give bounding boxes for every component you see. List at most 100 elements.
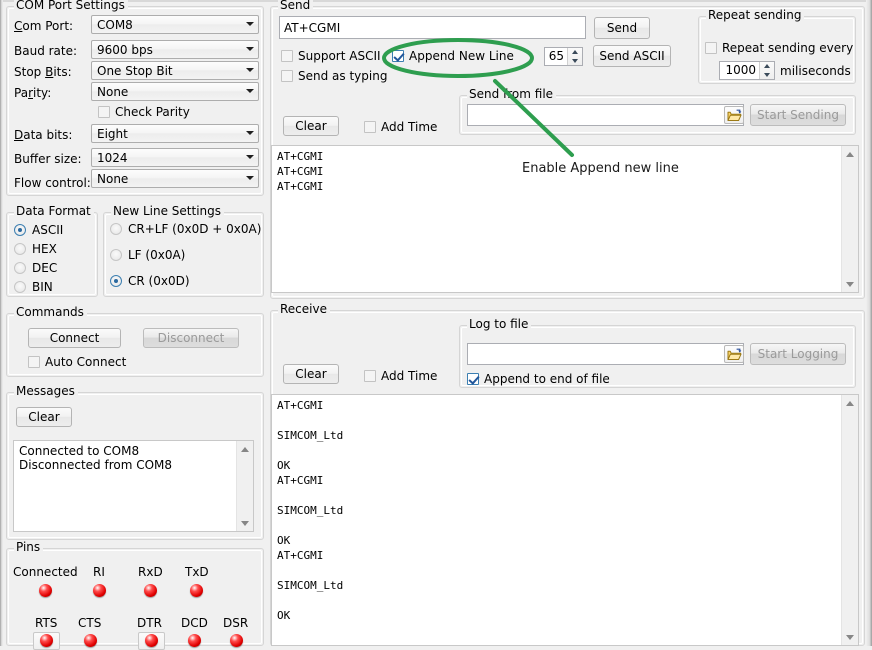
ascii-code-stepper[interactable]: 65 xyxy=(544,47,583,66)
new-line-settings-title: New Line Settings xyxy=(111,205,224,217)
scroll-down-icon[interactable] xyxy=(237,515,253,531)
send-command-value: AT+CGMI xyxy=(284,21,340,35)
auto-connect-checkbox[interactable]: Auto Connect xyxy=(28,355,126,369)
send-ascii-button[interactable]: Send ASCII xyxy=(593,45,671,67)
pins-title: Pins xyxy=(14,541,43,553)
receive-add-time-label: Add Time xyxy=(381,369,437,383)
com-port-settings-title: COM Port Settings xyxy=(14,0,128,11)
scroll-down-icon[interactable] xyxy=(842,629,858,645)
parity-select[interactable]: None xyxy=(91,82,259,101)
chevron-down-icon xyxy=(242,82,258,101)
radio-data-format-bin[interactable]: BIN xyxy=(14,280,53,294)
receive-console-scrollbar[interactable] xyxy=(841,395,858,645)
send-button-label: Send xyxy=(607,21,637,35)
messages-scrollbar[interactable] xyxy=(236,441,253,531)
radio-newline-lf[interactable]: LF (0x0A) xyxy=(110,248,185,262)
stepper-up-icon[interactable] xyxy=(760,62,774,71)
baud-rate-select[interactable]: 9600 bps xyxy=(91,40,259,59)
repeat-interval-value: 1000 xyxy=(720,62,759,79)
com-port-settings-group: COM Port Settings xyxy=(6,6,264,196)
radio-newline-cr[interactable]: CR (0x0D) xyxy=(110,274,190,288)
send-as-typing-checkbox[interactable]: Send as typing xyxy=(281,69,387,83)
pin-label-connected: Connected xyxy=(13,565,78,579)
checkbox-box xyxy=(98,106,110,118)
scroll-down-icon[interactable] xyxy=(842,276,858,292)
check-parity-checkbox[interactable]: Check Parity xyxy=(98,105,190,119)
receive-clear-button[interactable]: Clear xyxy=(283,364,339,384)
pin-label-dcd: DCD xyxy=(181,616,208,630)
repeat-sending-checkbox[interactable]: Repeat sending every xyxy=(705,41,853,55)
scroll-up-icon[interactable] xyxy=(237,441,253,457)
flow-control-select[interactable]: None xyxy=(91,169,259,188)
send-button[interactable]: Send xyxy=(594,17,650,39)
chevron-down-icon xyxy=(242,40,258,59)
stepper-down-icon[interactable] xyxy=(760,71,774,80)
stop-bits-select[interactable]: One Stop Bit xyxy=(91,61,259,80)
ascii-code-value: 65 xyxy=(545,48,567,65)
chevron-down-icon xyxy=(242,148,258,167)
log-to-file-input[interactable] xyxy=(467,343,744,365)
start-sending-button[interactable]: Start Sending xyxy=(750,104,846,126)
checkbox-box xyxy=(364,121,376,133)
folder-open-icon[interactable] xyxy=(724,106,744,124)
disconnect-button[interactable]: Disconnect xyxy=(143,328,239,348)
send-clear-button[interactable]: Clear xyxy=(283,116,339,136)
send-add-time-checkbox[interactable]: Add Time xyxy=(364,120,437,134)
buffer-size-select[interactable]: 1024 xyxy=(91,148,259,167)
folder-open-icon[interactable] xyxy=(724,345,744,363)
commands-title: Commands xyxy=(14,306,87,318)
pin-led-dtr xyxy=(145,634,158,647)
append-new-line-checkbox[interactable]: Append New Line xyxy=(392,49,514,63)
checkbox-box xyxy=(281,50,293,62)
radio-newline-crlf[interactable]: CR+LF (0x0D + 0x0A) xyxy=(110,222,261,236)
stepper-down-icon[interactable] xyxy=(568,57,582,66)
stepper-buttons[interactable] xyxy=(567,48,582,65)
pin-label-ri: RI xyxy=(93,565,105,579)
radio-data-format-hex[interactable]: HEX xyxy=(14,242,57,256)
scroll-up-icon[interactable] xyxy=(842,146,858,162)
radio-label: BIN xyxy=(32,280,53,294)
buffer-size-value: 1024 xyxy=(92,151,242,165)
pin-label-rts: RTS xyxy=(35,616,57,630)
connect-button[interactable]: Connect xyxy=(28,328,121,348)
pin-led-rxd xyxy=(144,584,157,597)
radio-dot xyxy=(14,281,26,293)
append-to-end-of-file-checkbox[interactable]: Append to end of file xyxy=(467,372,610,386)
send-command-input[interactable]: AT+CGMI xyxy=(279,16,586,39)
radio-dot xyxy=(110,223,122,235)
pin-led-dsr xyxy=(230,634,243,647)
support-ascii-checkbox[interactable]: Support ASCII xyxy=(281,49,381,63)
repeat-sending-label: Repeat sending every xyxy=(722,41,853,55)
append-new-line-label: Append New Line xyxy=(409,49,514,63)
label-data-bits: Data bits: xyxy=(14,128,72,142)
check-parity-label: Check Parity xyxy=(115,105,190,119)
window-top-edge xyxy=(0,0,872,2)
data-bits-select[interactable]: Eight xyxy=(91,124,259,143)
stepper-up-icon[interactable] xyxy=(568,48,582,57)
checkbox-box xyxy=(705,42,717,54)
messages-clear-button[interactable]: Clear xyxy=(16,407,72,427)
scroll-up-icon[interactable] xyxy=(842,395,858,411)
repeat-interval-stepper[interactable]: 1000 xyxy=(719,61,775,80)
checkbox-box xyxy=(392,50,404,62)
send-console-scrollbar[interactable] xyxy=(841,146,858,292)
radio-dot xyxy=(14,224,26,236)
receive-console[interactable]: AT+CGMI SIMCOM_Ltd OK AT+CGMI SIMCOM_Ltd… xyxy=(271,394,859,646)
messages-console[interactable]: Connected to COM8 Disconnected from COM8 xyxy=(13,440,254,532)
com-port-select[interactable]: COM8 xyxy=(91,15,259,34)
radio-data-format-dec[interactable]: DEC xyxy=(14,261,57,275)
data-bits-value: Eight xyxy=(92,127,242,141)
label-baud-rate: Baud rate: xyxy=(14,44,77,58)
radio-dot xyxy=(110,275,122,287)
receive-add-time-checkbox[interactable]: Add Time xyxy=(364,369,437,383)
pin-label-cts: CTS xyxy=(78,616,101,630)
start-logging-button[interactable]: Start Logging xyxy=(750,343,846,365)
send-from-file-input[interactable] xyxy=(467,104,744,126)
checkbox-box xyxy=(467,373,479,385)
radio-data-format-ascii[interactable]: ASCII xyxy=(14,223,63,237)
pin-label-dtr: DTR xyxy=(137,616,162,630)
log-to-file-title: Log to file xyxy=(467,318,531,330)
radio-label: HEX xyxy=(32,242,57,256)
stepper-buttons[interactable] xyxy=(759,62,774,79)
radio-dot xyxy=(14,262,26,274)
